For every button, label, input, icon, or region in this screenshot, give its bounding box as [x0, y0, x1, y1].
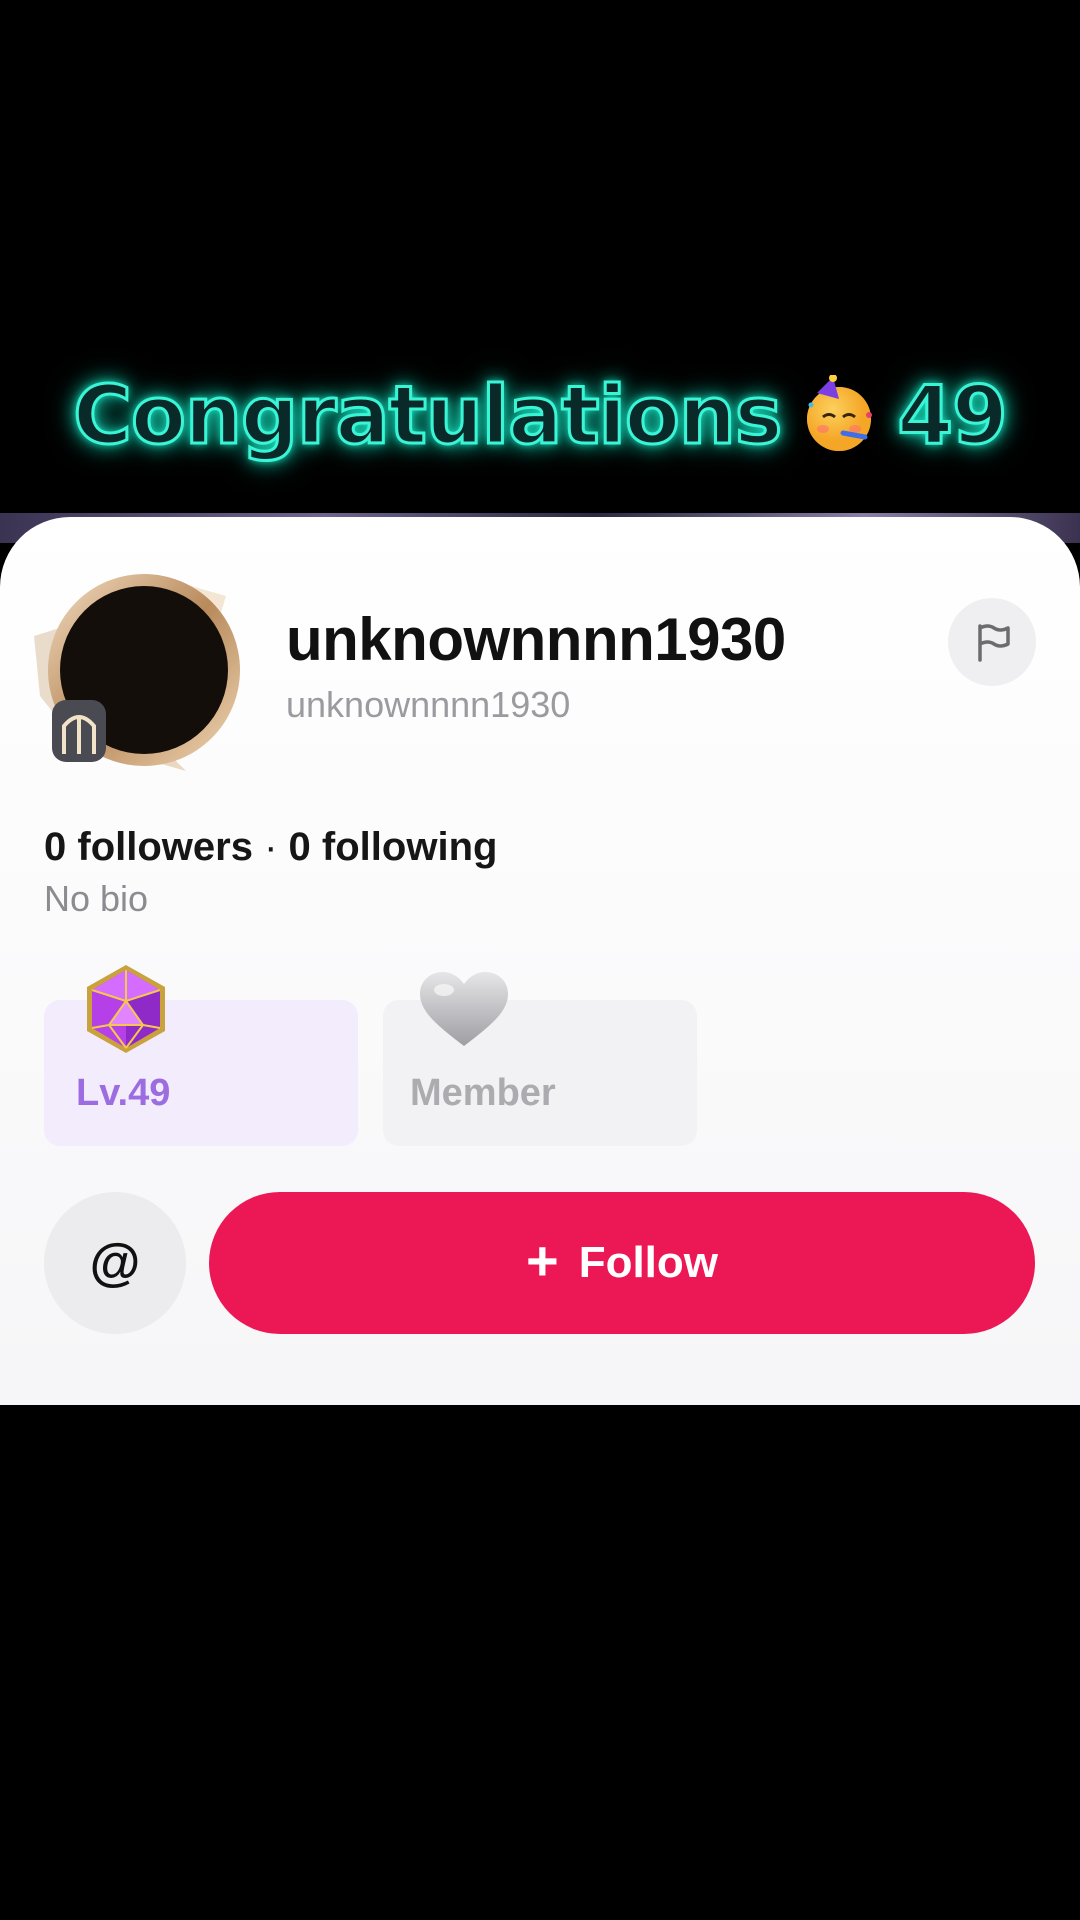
username: unknownnnn1930 — [286, 684, 571, 725]
mention-label: @ — [89, 1234, 141, 1292]
heart-icon — [418, 970, 510, 1050]
party-face-icon — [799, 374, 879, 455]
report-button[interactable] — [948, 598, 1036, 686]
level-label: Lv.49 — [76, 1072, 171, 1114]
follow-stats: 0 followers · 0 following — [44, 825, 497, 870]
congratulations-text: Congratulations — [72, 367, 784, 463]
display-name: unknownnnn1930 — [286, 606, 786, 673]
stats-separator: · — [264, 825, 278, 869]
level-gem-icon — [83, 963, 169, 1055]
bio: No bio — [44, 878, 149, 919]
plus-icon: + — [525, 1229, 559, 1292]
member-label: Member — [410, 1072, 556, 1114]
following-count[interactable]: 0 — [289, 825, 311, 869]
follow-label: Follow — [578, 1238, 718, 1287]
congratulations-number: 49 — [896, 367, 1009, 463]
mention-button[interactable]: @ — [44, 1192, 186, 1334]
congratulations-banner: Congratulations 49 — [0, 360, 1080, 470]
followers-label[interactable]: followers — [77, 825, 253, 869]
avatar[interactable] — [26, 566, 246, 786]
follow-button[interactable]: + Follow — [209, 1192, 1035, 1334]
flag-icon — [978, 624, 1010, 662]
following-label[interactable]: following — [322, 825, 498, 869]
followers-count[interactable]: 0 — [44, 825, 66, 869]
